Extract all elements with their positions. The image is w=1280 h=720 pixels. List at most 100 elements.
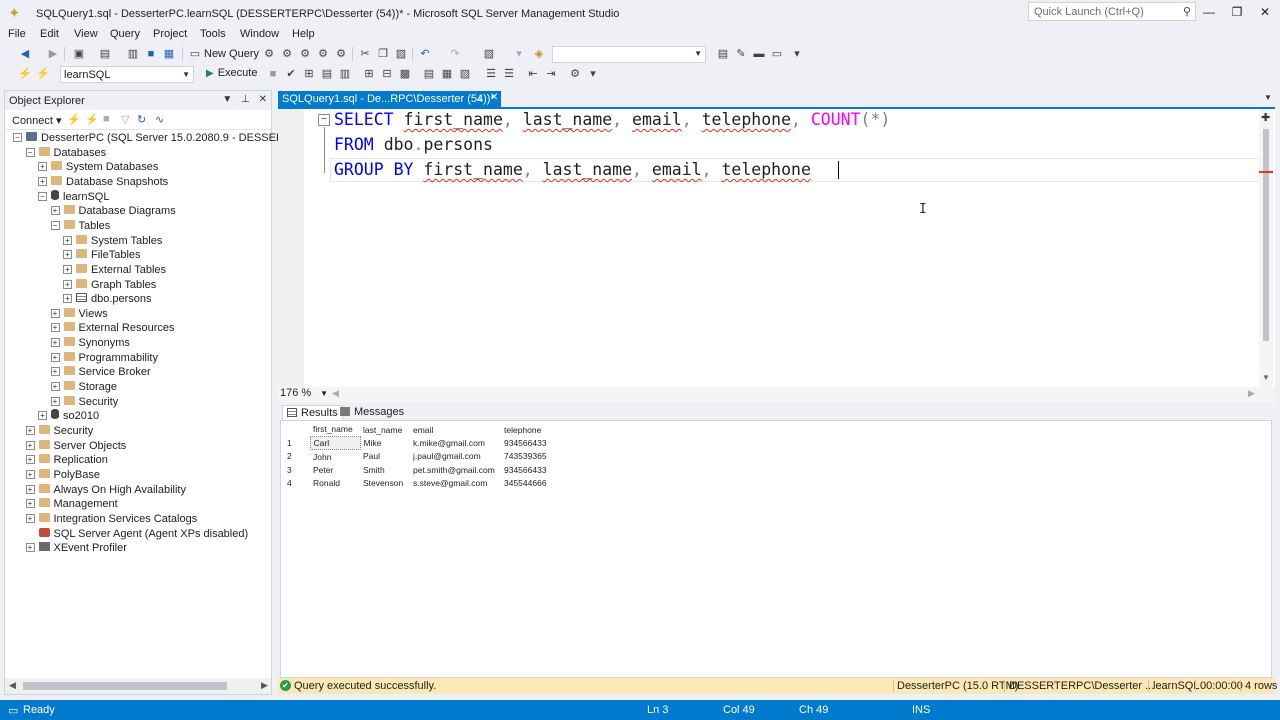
tree-node[interactable]: + XEvent Profiler	[25, 541, 127, 555]
grid-cell[interactable]: j.paul@gmail.com	[410, 450, 501, 464]
new-query-icon[interactable]: ▭	[188, 47, 202, 61]
grid-cell[interactable]: 345544666	[501, 477, 551, 491]
change-connection-icon[interactable]: ⚡	[36, 67, 50, 81]
tree-node[interactable]: + Synonyms	[50, 336, 130, 350]
expand-icon[interactable]: +	[25, 484, 35, 494]
column-header[interactable]: last_name	[360, 423, 410, 436]
parse-checkmark-icon[interactable]: ✔	[284, 67, 298, 81]
panel-dropdown-icon[interactable]: ▼	[222, 94, 232, 105]
tab-overflow-icon[interactable]: ▼	[1264, 93, 1272, 102]
menu-file[interactable]: File	[8, 28, 26, 40]
results-to-text-icon[interactable]: ▤	[422, 67, 436, 81]
toolbar-options-icon[interactable]: ▾	[790, 47, 804, 61]
scrollbar-thumb[interactable]	[23, 682, 227, 690]
expand-icon[interactable]: +	[50, 367, 60, 377]
close-tab-icon[interactable]: ✕	[490, 92, 498, 103]
expand-icon[interactable]: +	[50, 206, 60, 216]
refresh-icon[interactable]: ↻	[137, 113, 146, 126]
table-row[interactable]: 2 John Paul j.paul@gmail.com 743539365	[284, 450, 551, 464]
save-icon[interactable]: ■	[144, 47, 158, 61]
menu-project[interactable]: Project	[153, 28, 187, 40]
grid-cell[interactable]: Carl	[309, 435, 361, 450]
menu-edit[interactable]: Edit	[40, 28, 59, 40]
search-icon[interactable]: ⚲	[1183, 5, 1191, 18]
scroll-down-icon[interactable]: ▼	[1262, 373, 1270, 382]
tree-node[interactable]: + Graph Tables	[63, 278, 156, 292]
new-project-icon[interactable]: ▣	[72, 47, 86, 61]
expand-icon[interactable]: +	[25, 426, 35, 435]
collapse-icon[interactable]: −	[38, 191, 47, 201]
tree-node[interactable]: SQL Server Agent (Agent XPs disabled)	[26, 527, 248, 541]
connect-button[interactable]: Connect ▾	[12, 114, 62, 127]
activity-monitor-icon[interactable]: ▧	[482, 47, 496, 61]
expand-icon[interactable]: +	[63, 235, 72, 245]
collapse-icon[interactable]: −	[13, 133, 22, 142]
stop-icon[interactable]: ■	[103, 113, 110, 125]
collapse-icon[interactable]: −	[25, 147, 35, 157]
tree-node[interactable]: + Server Objects	[25, 439, 126, 453]
expand-icon[interactable]: +	[63, 279, 72, 289]
grid-cell[interactable]: pet.smith@gmail.com	[410, 463, 501, 477]
results-to-file-icon[interactable]: ▧	[458, 67, 472, 81]
specify-values-icon[interactable]: ⚙	[568, 67, 582, 81]
tab-results[interactable]: Results	[282, 405, 343, 421]
grid-cell[interactable]: Mike	[360, 436, 410, 450]
live-stats-icon[interactable]: ⊟	[380, 67, 394, 81]
editor-vertical-scrollbar[interactable]: ✚ ▼	[1259, 109, 1273, 387]
grid-cell[interactable]: Paul	[360, 450, 410, 464]
tree-node[interactable]: + PolyBase	[25, 468, 100, 482]
expand-icon[interactable]: +	[38, 176, 47, 186]
collapse-icon[interactable]: −	[318, 114, 330, 126]
tree-node[interactable]: + External Resources	[50, 321, 175, 335]
undo-icon[interactable]: ↶	[418, 47, 432, 61]
expand-icon[interactable]: +	[38, 162, 47, 172]
scroll-left-icon[interactable]: ◀	[9, 680, 16, 691]
tree-node[interactable]: + Security	[50, 395, 118, 409]
grid-cell[interactable]: 934566433	[501, 463, 551, 477]
tree-node[interactable]: + Database Diagrams	[50, 204, 176, 218]
close-button[interactable]: ✕	[1254, 4, 1276, 20]
code-line-3[interactable]: GROUP BY first_name, last_name, email, t…	[334, 159, 811, 181]
expand-icon[interactable]: +	[50, 396, 60, 406]
tree-node[interactable]: + Programmability	[50, 351, 158, 365]
tree-node[interactable]: − Tables	[50, 219, 110, 233]
scroll-right-icon[interactable]: ▶	[261, 680, 268, 691]
sql-query-icon[interactable]: ⚙	[334, 47, 348, 61]
tree-node[interactable]: + Security	[25, 424, 93, 438]
increase-indent-icon[interactable]: ⇥	[544, 67, 558, 81]
back-icon[interactable]: ◀	[18, 47, 32, 61]
das-query-icon[interactable]: ⚙	[316, 47, 330, 61]
expand-icon[interactable]: +	[25, 499, 35, 509]
expand-icon[interactable]: +	[50, 382, 60, 392]
uncomment-icon[interactable]: ☰	[502, 67, 516, 81]
expand-icon[interactable]: +	[50, 308, 60, 318]
column-header[interactable]: first_name	[310, 423, 360, 436]
save-all-icon[interactable]: ▦	[162, 47, 176, 61]
client-stats-icon[interactable]: ▩	[398, 67, 412, 81]
zoom-combo[interactable]: 176 % ▼	[280, 387, 328, 401]
pin-icon[interactable]: ⊥	[241, 94, 250, 105]
redo-icon[interactable]: ↷	[448, 47, 462, 61]
tree-node[interactable]: − Databases	[25, 146, 106, 160]
menu-help[interactable]: Help	[292, 28, 315, 40]
table-row[interactable]: 3 Peter Smith pet.smith@gmail.com 934566…	[284, 463, 551, 477]
toolbox-icon[interactable]: ▬	[752, 47, 766, 61]
menu-view[interactable]: View	[74, 28, 98, 40]
code-line-2[interactable]: FROM dbo.persons	[334, 134, 493, 156]
column-header[interactable]: email	[410, 423, 501, 436]
tab-sqlquery1[interactable]: SQLQuery1.sql - De...RPC\Desserter (54))…	[278, 91, 501, 107]
open-file-icon[interactable]: ▥	[126, 47, 140, 61]
query-options-icon[interactable]: ▤	[320, 67, 334, 81]
tree-node[interactable]: + Service Broker	[50, 365, 151, 379]
tree-node[interactable]: + Always On High Availability	[25, 483, 186, 497]
paste-icon[interactable]: ▨	[394, 47, 408, 61]
table-row[interactable]: 1 Carl Mike k.mike@gmail.com 934566433	[284, 435, 551, 450]
execute-button[interactable]: ▶ Execute	[206, 67, 257, 82]
tree-node[interactable]: + so2010	[38, 409, 99, 423]
split-editor-icon[interactable]: ✚	[1261, 111, 1270, 124]
pin-tab-icon[interactable]: ⊥	[476, 93, 484, 104]
expand-icon[interactable]: +	[25, 469, 35, 479]
expand-icon[interactable]: +	[63, 294, 72, 304]
tree-node[interactable]: + Management	[25, 497, 118, 511]
estimated-plan-icon[interactable]: ⊞	[302, 67, 316, 81]
